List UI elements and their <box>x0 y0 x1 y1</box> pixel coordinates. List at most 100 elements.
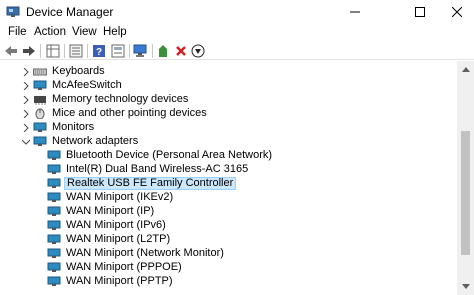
collapse-arrow[interactable] <box>21 135 31 148</box>
svg-text:?: ? <box>96 47 102 58</box>
uninstall-button[interactable] <box>173 43 189 59</box>
title-bar: Device Manager <box>0 0 474 24</box>
tree-category-memory[interactable]: Memory technology devices <box>33 93 190 106</box>
network-adapter-icon <box>47 276 61 286</box>
network-adapter-icon <box>33 136 47 146</box>
menu-view[interactable]: View <box>72 26 97 38</box>
chevron-down-icon <box>22 139 30 145</box>
close-button[interactable] <box>440 0 474 24</box>
network-adapter-icon <box>47 150 61 160</box>
back-arrow-icon <box>5 46 17 56</box>
toolbar: ? <box>0 42 474 60</box>
network-adapter-icon <box>47 178 61 188</box>
tree-device-item[interactable]: WAN Miniport (IP) <box>47 205 156 218</box>
device-manager-app-icon <box>6 6 20 17</box>
category-label: Monitors <box>52 121 95 133</box>
tree-category-mice[interactable]: Mice and other pointing devices <box>33 107 209 120</box>
disable-device-button[interactable] <box>190 43 206 59</box>
menu-help[interactable]: Help <box>103 26 127 38</box>
monitor-icon <box>33 122 47 132</box>
tree-device-item[interactable]: Intel(R) Dual Band Wireless-AC 3165 <box>47 163 250 176</box>
tree-device-item[interactable]: WAN Miniport (IKEv2) <box>47 191 175 204</box>
maximize-icon <box>415 7 425 17</box>
device-label: Bluetooth Device (Personal Area Network) <box>66 149 273 161</box>
keyboard-icon <box>33 68 47 76</box>
network-adapter-icon <box>47 164 61 174</box>
device-label: Realtek USB FE Family Controller <box>64 177 237 190</box>
tree-device-item[interactable]: WAN Miniport (IPv6) <box>47 219 168 232</box>
back-button[interactable] <box>3 43 19 59</box>
expand-arrow[interactable] <box>21 79 31 92</box>
menu-file[interactable]: File <box>8 26 27 38</box>
minimize-icon <box>350 11 360 13</box>
chevron-right-icon <box>23 123 29 132</box>
tree-device-item[interactable]: WAN Miniport (PPPOE) <box>47 261 184 274</box>
minimize-button[interactable] <box>332 0 378 24</box>
mouse-icon <box>35 108 45 119</box>
show-hidden-button[interactable] <box>110 43 126 59</box>
update-driver-icon <box>159 45 167 57</box>
expand-arrow[interactable] <box>21 65 31 78</box>
menu-bar: File Action View Help <box>0 24 474 42</box>
show-devices-button[interactable] <box>45 43 61 59</box>
disable-device-icon <box>191 44 205 58</box>
chevron-right-icon <box>23 67 29 76</box>
network-adapter-icon <box>47 220 61 230</box>
device-label: Intel(R) Dual Band Wireless-AC 3165 <box>66 163 249 175</box>
scroll-up-button[interactable] <box>457 61 474 78</box>
scan-hardware-button[interactable] <box>133 43 149 59</box>
expand-arrow[interactable] <box>21 93 31 106</box>
tree-category-mcafeeswitch[interactable]: McAfeeSwitch <box>33 79 124 92</box>
uninstall-x-icon <box>176 46 186 56</box>
maximize-button[interactable] <box>397 0 443 24</box>
expand-arrow[interactable] <box>21 121 31 134</box>
help-button[interactable]: ? <box>91 43 107 59</box>
chevron-right-icon <box>23 95 29 104</box>
expand-arrow[interactable] <box>21 107 31 120</box>
memory-icon <box>34 96 46 105</box>
properties-button[interactable] <box>68 43 84 59</box>
update-driver-button[interactable] <box>156 43 172 59</box>
device-label: WAN Miniport (L2TP) <box>66 233 171 245</box>
close-icon <box>452 7 462 17</box>
tree-category-network-adapters[interactable]: Network adapters <box>33 135 140 148</box>
properties-list-icon <box>69 44 83 58</box>
scroll-down-icon <box>461 284 470 289</box>
device-label: WAN Miniport (IPv6) <box>66 219 166 231</box>
tree-device-item[interactable]: WAN Miniport (Network Monitor) <box>47 247 226 260</box>
tree-device-item[interactable]: WAN Miniport (PPTP) <box>47 275 175 288</box>
device-label: WAN Miniport (PPPOE) <box>66 261 182 273</box>
category-label: Mice and other pointing devices <box>52 107 207 119</box>
chevron-right-icon <box>23 109 29 118</box>
device-label: WAN Miniport (IKEv2) <box>66 191 174 203</box>
device-label: WAN Miniport (PPTP) <box>66 275 173 287</box>
tree-category-monitors[interactable]: Monitors <box>33 121 96 134</box>
tree-category-keyboards[interactable]: Keyboards <box>33 65 107 78</box>
scroll-up-icon <box>461 67 470 72</box>
window-title: Device Manager <box>26 5 114 19</box>
menu-action[interactable]: Action <box>34 26 66 38</box>
vertical-scrollbar[interactable] <box>457 61 474 295</box>
device-tree: Keyboards McAfeeSwitch Memory technology… <box>0 61 457 295</box>
show-hidden-icon <box>111 44 125 58</box>
network-adapter-icon <box>47 192 61 202</box>
help-icon: ? <box>93 45 105 58</box>
category-label: McAfeeSwitch <box>52 79 122 91</box>
network-adapter-icon <box>47 262 61 272</box>
network-adapter-icon <box>47 234 61 244</box>
tree-device-item[interactable]: WAN Miniport (L2TP) <box>47 233 172 246</box>
tree-device-item-selected[interactable]: Realtek USB FE Family Controller <box>47 177 237 190</box>
tree-device-item[interactable]: Bluetooth Device (Personal Area Network) <box>47 149 274 162</box>
forward-button[interactable] <box>21 43 37 59</box>
scan-hardware-icon <box>133 44 147 57</box>
device-label: WAN Miniport (IP) <box>66 205 155 217</box>
scrollbar-thumb[interactable] <box>461 131 470 255</box>
category-label: Network adapters <box>52 135 139 147</box>
forward-arrow-icon <box>23 46 35 56</box>
category-label: Memory technology devices <box>52 93 189 105</box>
network-adapter-icon <box>47 206 61 216</box>
network-icon <box>33 80 47 90</box>
network-adapter-icon <box>47 248 61 258</box>
scroll-down-button[interactable] <box>457 278 474 295</box>
properties-grid-icon <box>46 44 60 58</box>
